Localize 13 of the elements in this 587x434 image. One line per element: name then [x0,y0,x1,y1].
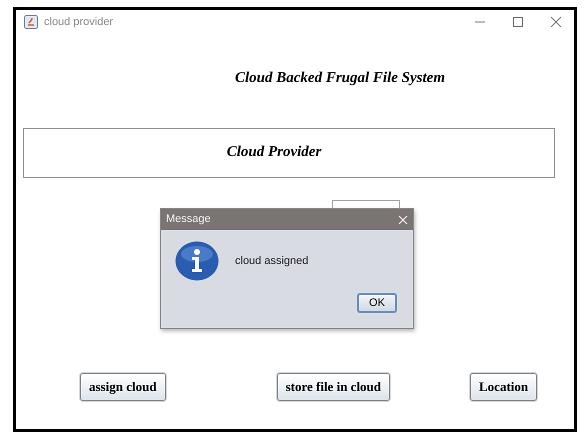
action-button[interactable]: assign cloud [80,373,166,401]
action-button[interactable]: store file in cloud [276,373,390,401]
app-heading: Cloud Backed Frugal File System [234,69,445,88]
dialog-title: Message [166,212,211,228]
app-icon [24,15,38,29]
panel-title: Cloud Provider [226,143,322,162]
ok-button[interactable]: OK [357,293,397,313]
maximize-icon[interactable] [512,16,524,28]
info-icon [175,241,219,281]
window-title: cloud provider [44,14,114,30]
action-button[interactable]: Location [470,373,538,401]
dialog-message: cloud assigned [235,254,308,269]
close-icon[interactable] [550,16,562,28]
